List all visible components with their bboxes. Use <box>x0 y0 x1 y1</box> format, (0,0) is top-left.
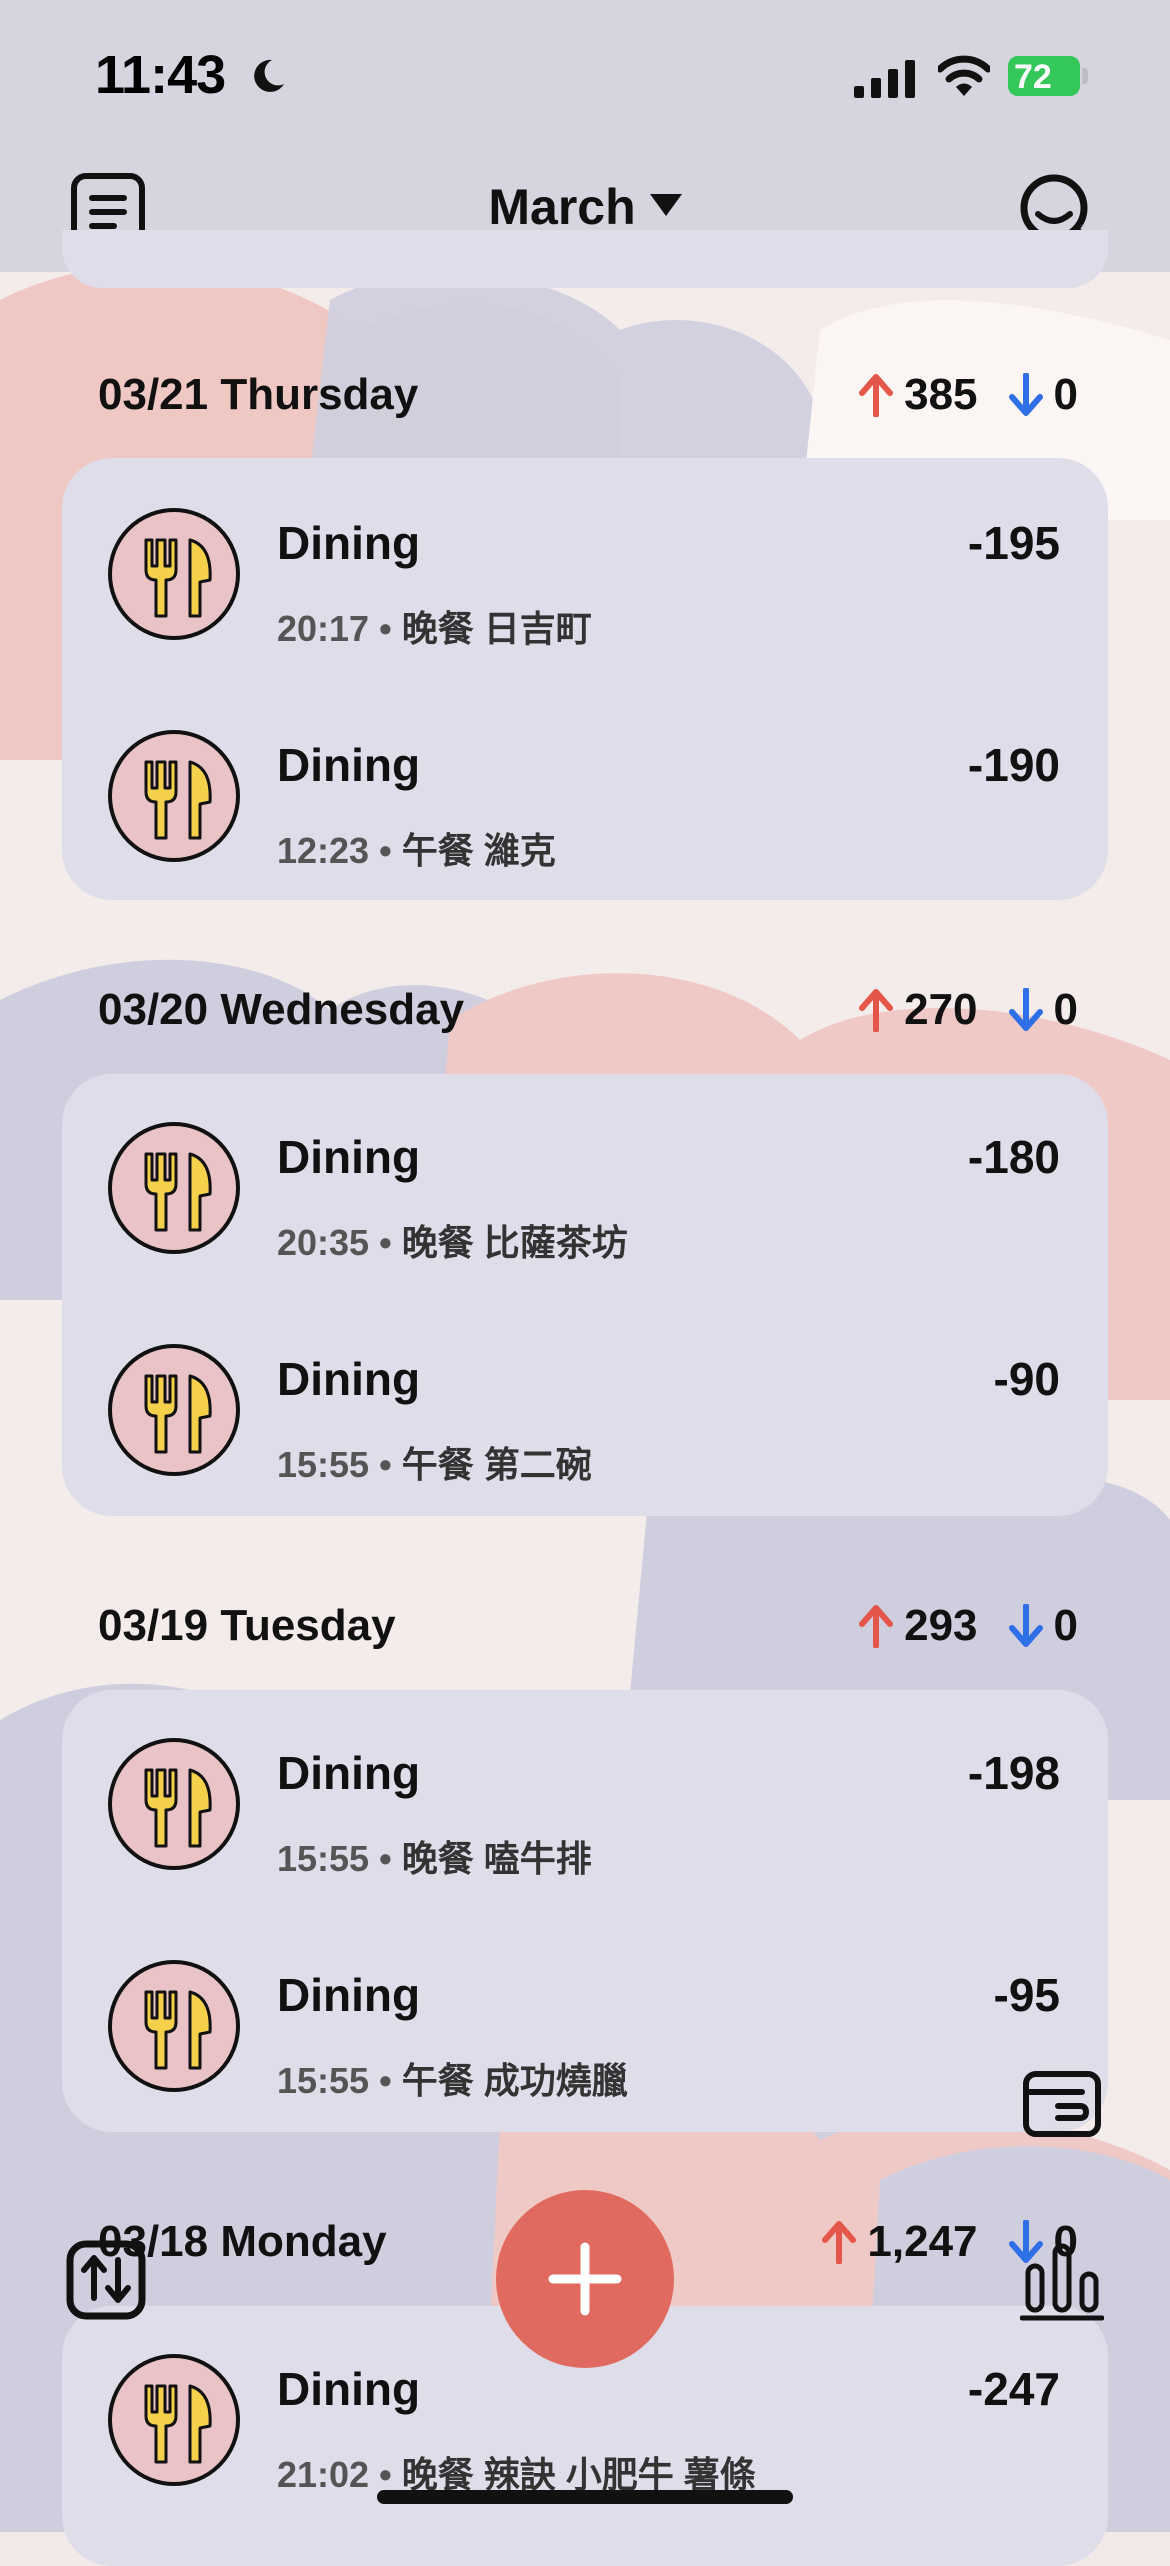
transaction-amount: -198 <box>967 1747 1060 1799</box>
moon-icon <box>254 59 284 92</box>
transaction-time: 15:55 <box>277 1444 370 1485</box>
cellular-signal-icon <box>854 60 915 98</box>
stats-icon[interactable] <box>1020 2240 1104 2322</box>
transaction-row[interactable]: Dining 15:55 • 晚餐 嗑牛排 -198 <box>62 1738 1108 1918</box>
dining-icon <box>108 730 240 862</box>
transaction-row[interactable]: Dining 15:55 • 午餐 成功燒臘 -95 <box>62 1960 1108 2140</box>
add-transaction-button[interactable] <box>496 2190 674 2368</box>
transaction-category: Dining <box>277 1131 421 1183</box>
transaction-time: 21:02 <box>277 2454 370 2495</box>
transaction-amount: -90 <box>993 1353 1060 1405</box>
transaction-amount: -247 <box>967 2363 1060 2415</box>
arrow-up-icon <box>859 989 894 1032</box>
day-header: 03/20 Wednesday 270 0 <box>98 985 1078 1045</box>
transaction-category: Dining <box>277 1747 421 1799</box>
transaction-time: 15:55 <box>277 1838 370 1879</box>
home-indicator[interactable] <box>377 2490 793 2504</box>
transaction-time: 12:23 <box>277 830 370 871</box>
transaction-row[interactable]: Dining 15:55 • 午餐 第二碗 -90 <box>62 1344 1108 1524</box>
transaction-time: 20:17 <box>277 608 370 649</box>
dining-icon <box>108 1122 240 1254</box>
wallet-icon[interactable] <box>1022 2068 1102 2140</box>
transaction-note: 晚餐 辣訣 小肥牛 薯條 <box>401 2454 756 2495</box>
plus-icon <box>548 2242 622 2316</box>
day-card: Dining 15:55 • 晚餐 嗑牛排 -198 Dining 15:55 … <box>62 1690 1108 2132</box>
transaction-amount: -180 <box>967 1131 1060 1183</box>
transaction-row[interactable]: Dining 12:23 • 午餐 濰克 -190 <box>62 730 1108 910</box>
transaction-row[interactable]: Dining 20:35 • 晚餐 比薩茶坊 -180 <box>62 1122 1108 1302</box>
month-selector[interactable]: March <box>0 178 1170 236</box>
day-header: 03/19 Tuesday 293 0 <box>98 1601 1078 1661</box>
transaction-note: 午餐 濰克 <box>401 830 556 871</box>
dining-icon <box>108 508 240 640</box>
transaction-category: Dining <box>277 517 421 569</box>
expense-total: 270 <box>904 985 978 1034</box>
sort-icon[interactable] <box>66 2238 148 2320</box>
arrow-up-icon <box>859 374 894 417</box>
battery-nub <box>1082 68 1088 84</box>
transaction-note: 晚餐 比薩茶坊 <box>401 1222 628 1263</box>
transaction-meta: 12:23 • 午餐 濰克 <box>277 830 556 871</box>
day-totals: 385 0 <box>858 370 1078 420</box>
wifi-icon <box>938 55 990 96</box>
day-date: 03/20 Wednesday <box>98 985 465 1034</box>
dining-icon <box>108 2354 240 2486</box>
transaction-time: 15:55 <box>277 2060 370 2101</box>
transaction-category: Dining <box>277 1353 421 1405</box>
expense-total: 293 <box>904 1601 978 1650</box>
battery-indicator: 72 <box>1008 56 1088 98</box>
transaction-meta: 15:55 • 午餐 第二碗 <box>277 1444 592 1485</box>
income-total: 0 <box>1053 1601 1078 1650</box>
arrow-down-icon <box>1008 1604 1043 1647</box>
dining-icon <box>108 1960 240 2092</box>
previous-card-edge <box>62 230 1108 288</box>
arrow-down-icon <box>1008 373 1043 416</box>
transaction-category: Dining <box>277 2363 421 2415</box>
transaction-category: Dining <box>277 739 421 791</box>
caret-down-icon <box>649 194 682 216</box>
transaction-amount: -190 <box>967 739 1060 791</box>
arrow-up-icon <box>822 2221 857 2264</box>
transaction-meta: 20:35 • 晚餐 比薩茶坊 <box>277 1222 628 1263</box>
transaction-amount: -195 <box>967 517 1060 569</box>
status-time: 11:43 <box>95 45 226 105</box>
transaction-category: Dining <box>277 1969 421 2021</box>
transaction-note: 晚餐 嗑牛排 <box>401 1838 592 1879</box>
day-date: 03/19 Tuesday <box>98 1601 396 1650</box>
dining-icon <box>108 1344 240 1476</box>
income-total: 0 <box>1053 370 1078 419</box>
transaction-note: 晚餐 日吉町 <box>401 608 592 649</box>
transaction-row[interactable]: Dining 20:17 • 晚餐 日吉町 -195 <box>62 508 1108 688</box>
dining-icon <box>108 1738 240 1870</box>
day-totals: 270 0 <box>858 985 1078 1035</box>
transaction-meta: 15:55 • 晚餐 嗑牛排 <box>277 1838 592 1879</box>
month-label: March <box>488 179 636 235</box>
arrow-up-icon <box>859 1605 894 1648</box>
expense-total: 385 <box>904 370 978 419</box>
day-date: 03/21 Thursday <box>98 370 419 419</box>
transaction-note: 午餐 第二碗 <box>401 1444 592 1485</box>
transaction-meta: 20:17 • 晚餐 日吉町 <box>277 608 592 649</box>
day-header: 03/21 Thursday 385 0 <box>98 370 1078 430</box>
transaction-time: 20:35 <box>277 1222 370 1263</box>
transaction-meta: 15:55 • 午餐 成功燒臘 <box>277 2060 628 2101</box>
expense-total: 1,247 <box>867 2217 978 2266</box>
transaction-note: 午餐 成功燒臘 <box>401 2060 628 2101</box>
arrow-down-icon <box>1008 988 1043 1031</box>
battery-level: 72 <box>1014 58 1052 96</box>
day-card: Dining 20:17 • 晚餐 日吉町 -195 Dining 12:23 … <box>62 458 1108 900</box>
transaction-row[interactable]: Dining 21:02 • 晚餐 辣訣 小肥牛 薯條 -247 <box>62 2354 1108 2534</box>
day-card: Dining 20:35 • 晚餐 比薩茶坊 -180 Dining 15:55… <box>62 1074 1108 1516</box>
day-totals: 293 0 <box>858 1601 1078 1651</box>
transaction-amount: -95 <box>993 1969 1060 2021</box>
income-total: 0 <box>1053 985 1078 1034</box>
